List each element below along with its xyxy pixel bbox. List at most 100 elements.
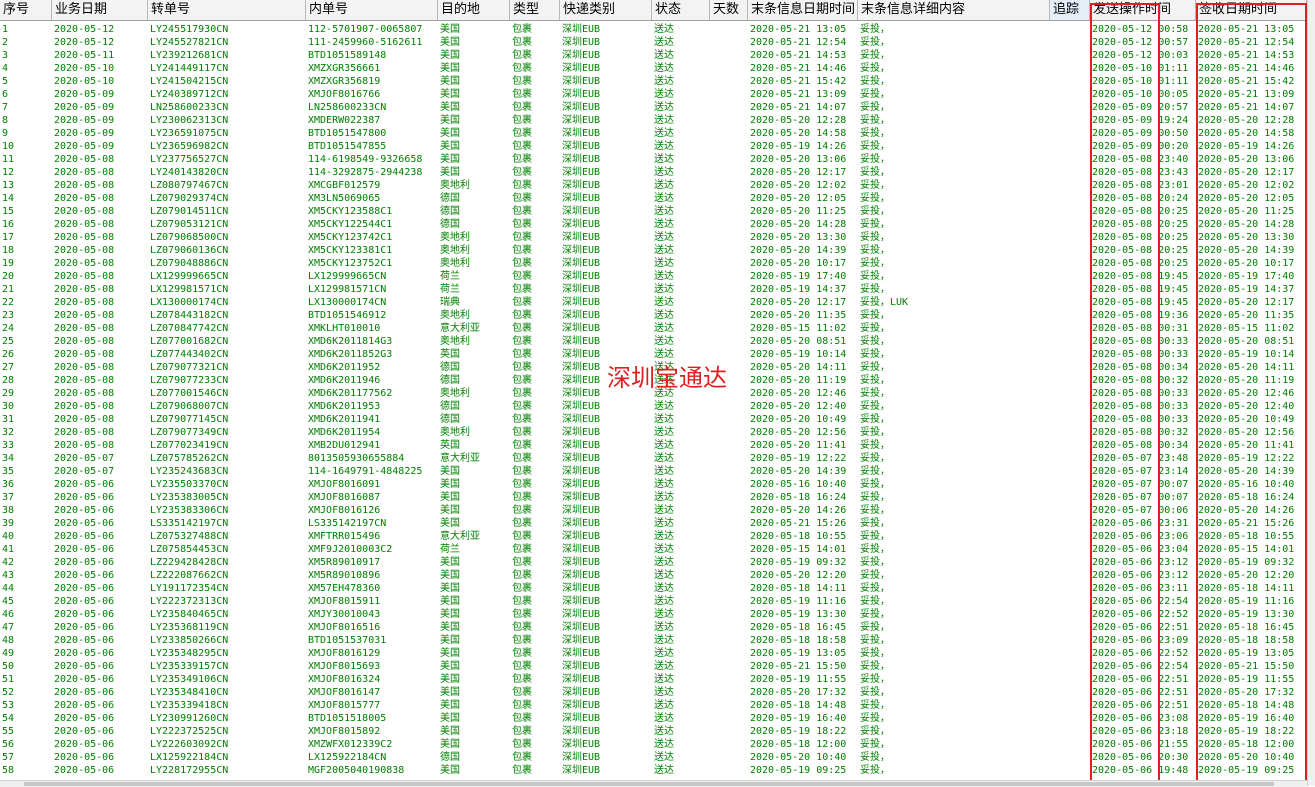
table-row[interactable]: 52 2020-05-06 LY235348410CN XMJOF8016147 美国 包… (0, 686, 1315, 699)
table-row[interactable]: 54 2020-05-06 LY230991260CN BTD1051518005 美国… (0, 712, 1315, 725)
table-row[interactable]: 17 2020-05-08 LZ079068500CN XM5CKY123742C1 奥… (0, 231, 1315, 244)
vertical-scrollbar[interactable] (1307, 0, 1315, 786)
table-row[interactable]: 24 2020-05-08 LZ070847742CN XMKLHT010010 意大利… (0, 322, 1315, 335)
table-row[interactable]: 53 2020-05-06 LY235339418CN XMJOF8015777 美国 包… (0, 699, 1315, 712)
table-row[interactable]: 43 2020-05-06 LZ222087662CN XM5R89010896 美国 包… (0, 569, 1315, 582)
table-row[interactable]: 11 2020-05-08 LY237756527CN 114-6198549-932… (0, 153, 1315, 166)
cell-express-class: 深圳EUB (562, 50, 601, 61)
table-row[interactable]: 27 2020-05-08 LZ079077321CN XMD6K2011952 德国 包… (0, 361, 1315, 374)
cell-last-info-detail: 妥投， (860, 713, 890, 724)
table-row[interactable]: 38 2020-05-06 LY235383306CN XMJOF8016126 美国 包… (0, 504, 1315, 517)
header-col-index[interactable]: 序号 (0, 0, 52, 20)
header-col-biz-date[interactable]: 业务日期 (52, 0, 148, 20)
header-col-express-class[interactable]: 快递类别 (560, 0, 652, 20)
table-row[interactable]: 45 2020-05-06 LY222372313CN XMJOF8015911 美国 包… (0, 595, 1315, 608)
table-row[interactable]: 51 2020-05-06 LY235349106CN XMJOF8016324 美国 包… (0, 673, 1315, 686)
cell-send-time: 2020-05-08 20:25 (1092, 258, 1189, 269)
cell-type: 包裹 (512, 661, 532, 672)
cell-express-class: 深圳EUB (562, 752, 601, 763)
table-row[interactable]: 20 2020-05-08 LX129999665CN LX129999665CN 荷兰… (0, 270, 1315, 283)
table-row[interactable]: 32 2020-05-08 LZ079077349CN XMD6K2011954 奥地利… (0, 426, 1315, 439)
table-row[interactable]: 12 2020-05-08 LY240143820CN 114-3292875-294… (0, 166, 1315, 179)
table-row[interactable]: 13 2020-05-08 LZ080797467CN XMCGBF012579 奥地利… (0, 179, 1315, 192)
cell-biz-date: 2020-05-08 (54, 336, 115, 347)
table-row[interactable]: 35 2020-05-07 LY235243683CN 114-1649791-484… (0, 465, 1315, 478)
cell-last-info-time: 2020-05-20 12:05 (750, 193, 847, 204)
table-row[interactable]: 10 2020-05-09 LY236596982CN BTD1051547855 美国… (0, 140, 1315, 153)
table-row[interactable]: 2 2020-05-12 LY245527821CN 111-2459960-5162… (0, 36, 1315, 49)
table-row[interactable]: 26 2020-05-08 LZ077443402CN XMD6K2011852G3 英… (0, 348, 1315, 361)
header-col-type[interactable]: 类型 (510, 0, 560, 20)
table-row[interactable]: 50 2020-05-06 LY235339157CN XMJOF8015693 美国 包… (0, 660, 1315, 673)
cell-track (1050, 361, 1090, 374)
header-col-last-info-detail[interactable]: 末条信息详细内容 (858, 0, 1050, 20)
cell-status: 送达 (654, 76, 674, 87)
table-row[interactable]: 15 2020-05-08 LZ079014511CN XM5CKY123588C1 德… (0, 205, 1315, 218)
header-col-days[interactable]: 天数 (710, 0, 748, 20)
cell-biz-date: 2020-05-06 (54, 609, 115, 620)
cell-last-info-detail: 妥投， (860, 583, 890, 594)
table-row[interactable]: 18 2020-05-08 LZ079060136CN XM5CKY123381C1 奥… (0, 244, 1315, 257)
table-row[interactable]: 40 2020-05-06 LZ075327488CN XMFTRR015496 意大利… (0, 530, 1315, 543)
header-col-last-info-time[interactable]: 末条信息日期时间 (748, 0, 858, 20)
header-col-inner-no[interactable]: 内单号 (306, 0, 438, 20)
header-col-status[interactable]: 状态 (652, 0, 710, 20)
table-row[interactable]: 28 2020-05-08 LZ079077233CN XMD6K2011946 德国 包… (0, 374, 1315, 387)
table-row[interactable]: 21 2020-05-08 LX129981571CN LX129981571CN 荷兰… (0, 283, 1315, 296)
cell-last-info-time: 2020-05-19 13:30 (750, 609, 847, 620)
table-row[interactable]: 39 2020-05-06 LS335142197CN LS335142197CN 美国… (0, 517, 1315, 530)
table-row[interactable]: 37 2020-05-06 LY235383005CN XMJOF8016087 美国 包… (0, 491, 1315, 504)
table-row[interactable]: 42 2020-05-06 LZ229428428CN XM5R89010917 美国 包… (0, 556, 1315, 569)
cell-sign-time: 2020-05-20 12:17 (1198, 297, 1295, 308)
cell-type: 包裹 (512, 141, 532, 152)
table-row[interactable]: 9 2020-05-09 LY236591075CN BTD1051547800 美国 包… (0, 127, 1315, 140)
cell-track (1050, 335, 1090, 348)
table-row[interactable]: 22 2020-05-08 LX130000174CN LX130000174CN 瑞典… (0, 296, 1315, 309)
table-row[interactable]: 34 2020-05-07 LZ075785262CN 801350593065588… (0, 452, 1315, 465)
header-col-send-time[interactable]: 发送操作时间 (1090, 0, 1196, 20)
table-row[interactable]: 58 2020-05-06 LY228172955CN MGF200504019083… (0, 764, 1315, 777)
cell-inner-no: XMKLHT010010 (308, 323, 381, 334)
table-row[interactable]: 36 2020-05-06 LY235503370CN XMJOF8016091 美国 包… (0, 478, 1315, 491)
table-row[interactable]: 19 2020-05-08 LZ079048886CN XM5CKY123752C1 奥… (0, 257, 1315, 270)
table-row[interactable]: 1 2020-05-12 LY245517930CN 112-5701907-0065… (0, 23, 1315, 36)
table-row[interactable]: 49 2020-05-06 LY235348295CN XMJOF8016129 美国 包… (0, 647, 1315, 660)
table-row[interactable]: 29 2020-05-08 LZ077001546CN XMD6K201177562 奥… (0, 387, 1315, 400)
cell-type: 包裹 (512, 583, 532, 594)
table-row[interactable]: 4 2020-05-10 LY241449117CN XMZXGR356661 美国 包裹… (0, 62, 1315, 75)
table-row[interactable]: 7 2020-05-09 LN258600233CN LN258600233CN 美国 包… (0, 101, 1315, 114)
table-row[interactable]: 41 2020-05-06 LZ075854453CN XMF9J2010003C2 荷… (0, 543, 1315, 556)
horizontal-scroll-thumb[interactable] (24, 782, 1274, 786)
header-col-track[interactable]: 追踪 (1050, 0, 1090, 20)
cell-last-info-time: 2020-05-21 13:05 (750, 24, 847, 35)
cell-send-time: 2020-05-08 00:33 (1092, 336, 1189, 347)
cell-destination: 瑞典 (440, 297, 460, 308)
cell-sign-time: 2020-05-18 12:00 (1198, 739, 1295, 750)
cell-destination: 美国 (440, 50, 460, 61)
table-row[interactable]: 14 2020-05-08 LZ079029374CN XM3LN5069065 德国 包… (0, 192, 1315, 205)
header-col-destination[interactable]: 目的地 (438, 0, 510, 20)
table-row[interactable]: 23 2020-05-08 LZ078443182CN BTD1051546912 奥地… (0, 309, 1315, 322)
table-row[interactable]: 55 2020-05-06 LY222372525CN XMJOF8015892 美国 包… (0, 725, 1315, 738)
table-row[interactable]: 56 2020-05-06 LY222603092CN XMZWFX012339C2 美… (0, 738, 1315, 751)
table-row[interactable]: 31 2020-05-08 LZ079077145CN XMD6K2011941 德国 包… (0, 413, 1315, 426)
header-col-sign-time[interactable]: 签收日期时间 (1196, 0, 1307, 20)
table-row[interactable]: 47 2020-05-06 LY235368119CN XMJOF8016516 美国 包… (0, 621, 1315, 634)
table-row[interactable]: 33 2020-05-08 LZ077023419CN XMB2DU012941 英国 包… (0, 439, 1315, 452)
table-row[interactable]: 25 2020-05-08 LZ077001682CN XMD6K2011814G3 奥… (0, 335, 1315, 348)
table-row[interactable]: 30 2020-05-08 LZ079068007CN XMD6K2011953 德国 包… (0, 400, 1315, 413)
cell-days (710, 530, 748, 543)
header-col-transfer-no[interactable]: 转单号 (148, 0, 306, 20)
table-row[interactable]: 5 2020-05-10 LY241504215CN XMZXGR356819 美国 包裹… (0, 75, 1315, 88)
cell-inner-no: 8013505930655884 (308, 453, 405, 464)
table-row[interactable]: 8 2020-05-09 LY230062313CN XMDERW022387 美国 包裹… (0, 114, 1315, 127)
cell-sign-time: 2020-05-20 10:40 (1198, 752, 1295, 763)
table-row[interactable]: 3 2020-05-11 LY239212681CN BTD1051589148 美国 包… (0, 49, 1315, 62)
table-row[interactable]: 48 2020-05-06 LY233850266CN BTD1051537031 美国… (0, 634, 1315, 647)
table-row[interactable]: 44 2020-05-06 LY191172354CN XM57EH478360 美国 包… (0, 582, 1315, 595)
cell-type: 包裹 (512, 505, 532, 516)
table-row[interactable]: 6 2020-05-09 LY240389712CN XMJOF8016766 美国 包裹… (0, 88, 1315, 101)
table-row[interactable]: 16 2020-05-08 LZ079053121CN XM5CKY122544C1 德… (0, 218, 1315, 231)
table-row[interactable]: 46 2020-05-06 LY235840465CN XMJY30010043 美国 包… (0, 608, 1315, 621)
table-row[interactable]: 57 2020-05-06 LX125922184CN LX125922184CN 德国… (0, 751, 1315, 764)
